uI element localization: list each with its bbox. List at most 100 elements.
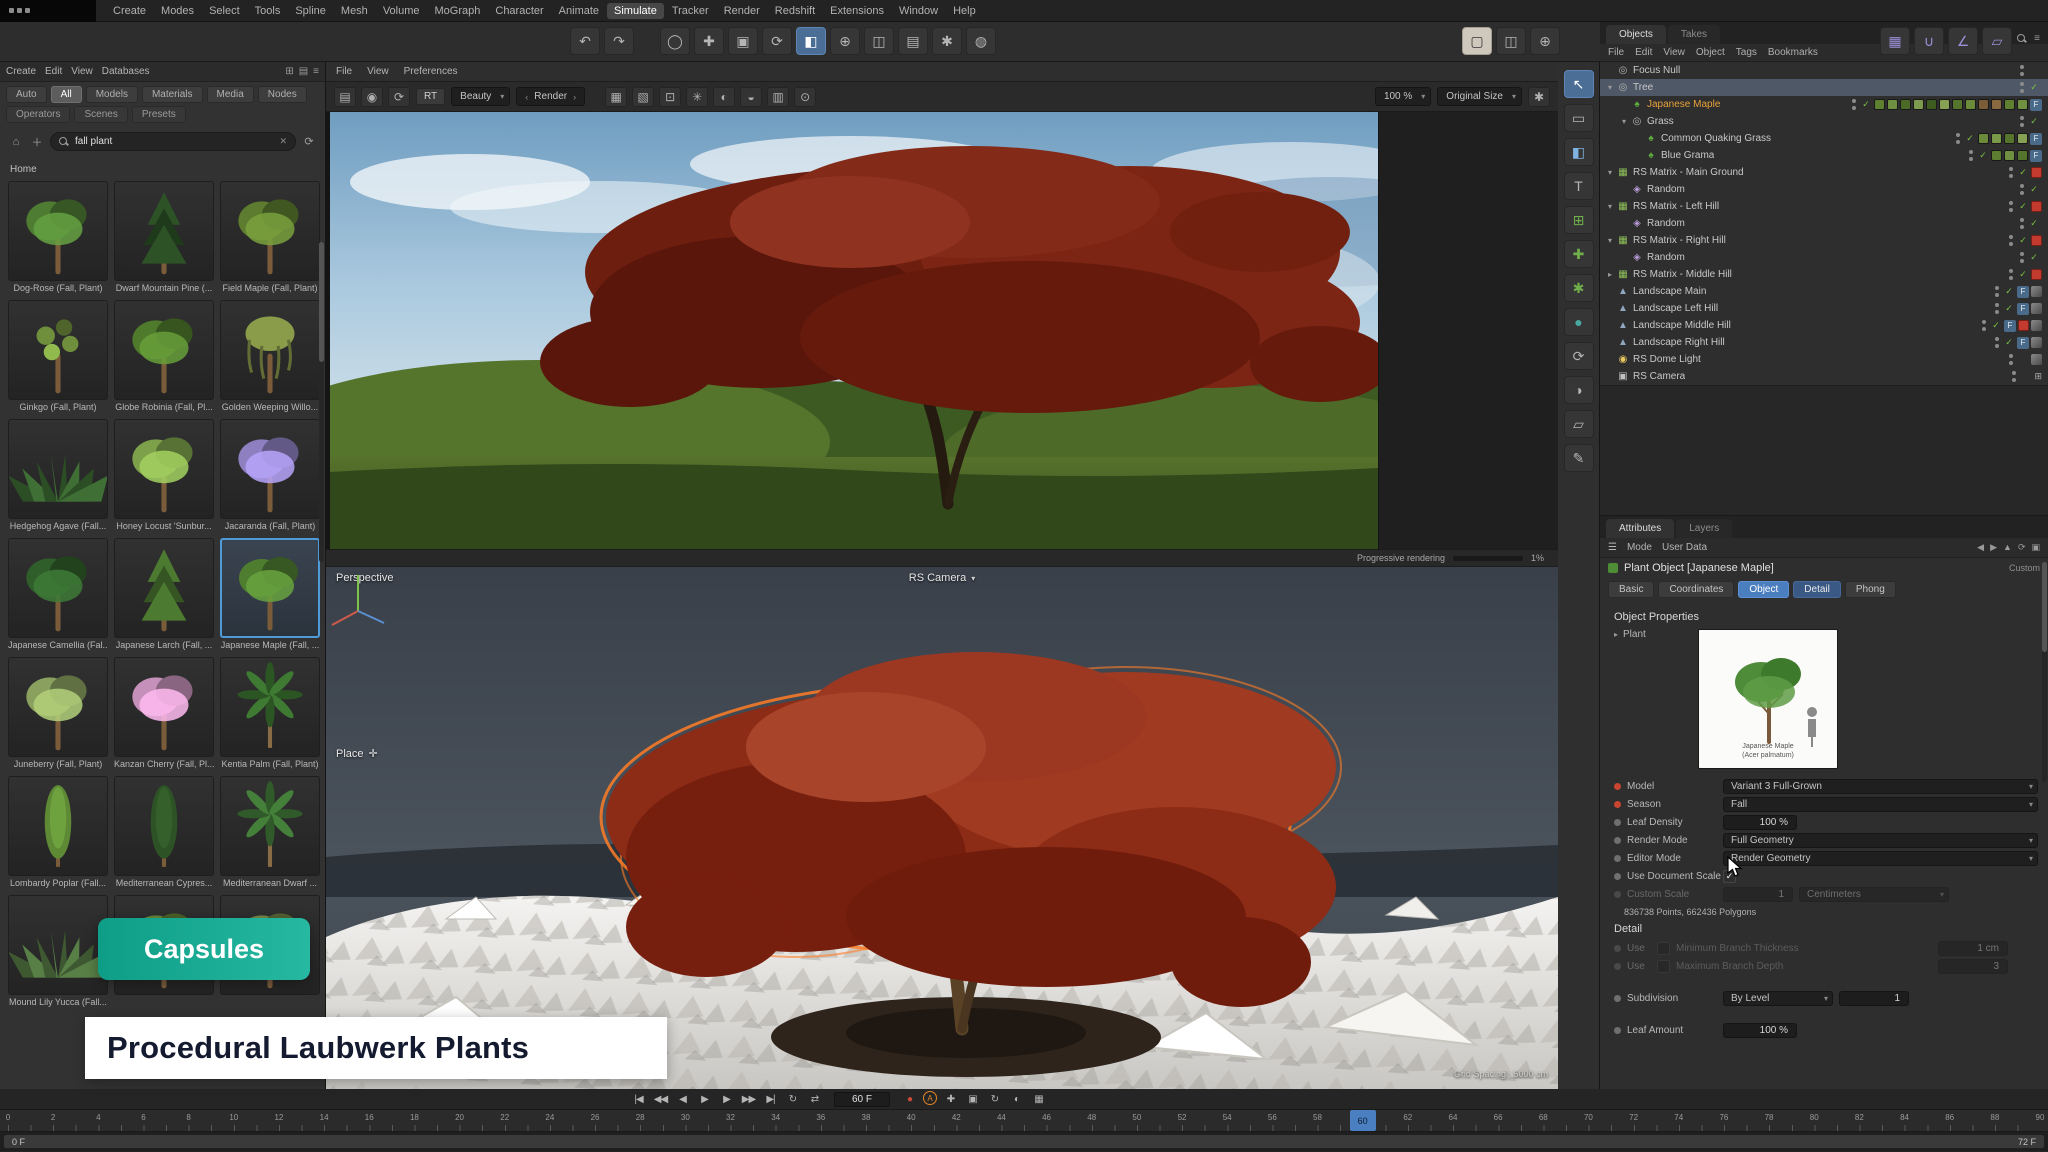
- asset-item[interactable]: Japanese Camellia (Fal...: [8, 538, 108, 651]
- object-row[interactable]: ▾▦RS Matrix - Left Hill✓: [1600, 198, 2048, 215]
- history-icon[interactable]: ⟳: [2018, 542, 2026, 553]
- asset-item[interactable]: Juneberry (Fall, Plant): [8, 657, 108, 770]
- stepper-right-icon[interactable]: ›: [573, 92, 576, 102]
- material-tag[interactable]: [1991, 133, 2002, 144]
- material-tag[interactable]: [1887, 99, 1898, 110]
- material-tag[interactable]: [1991, 99, 2002, 110]
- home-icon[interactable]: ⌂: [8, 136, 24, 148]
- save-image-icon[interactable]: ▤: [334, 87, 356, 107]
- f-tag[interactable]: F: [2030, 133, 2042, 145]
- object-row[interactable]: ▾▦RS Matrix - Main Ground✓: [1600, 164, 2048, 181]
- plant-tool-icon[interactable]: ✚: [1564, 240, 1594, 268]
- quantize-icon[interactable]: ∠: [1948, 27, 1978, 55]
- keyframe-dot-icon[interactable]: [1614, 945, 1621, 952]
- material-tag[interactable]: [1991, 150, 2002, 161]
- attr-tab-coordinates[interactable]: Coordinates: [1658, 581, 1734, 598]
- object-row[interactable]: ◈Random✓: [1600, 181, 2048, 198]
- autokey-icon[interactable]: A: [923, 1091, 937, 1105]
- object-row[interactable]: ▾◎Grass✓: [1600, 113, 2048, 130]
- asset-item[interactable]: Ginkgo (Fall, Plant): [8, 300, 108, 413]
- assets-menu-view[interactable]: View: [71, 66, 93, 77]
- visibility-dots-icon[interactable]: [1850, 99, 1858, 110]
- panel-menu-icon[interactable]: ≡: [313, 66, 319, 77]
- panels-icon[interactable]: ◫: [1496, 27, 1526, 55]
- value-dropdown[interactable]: Render Geometry: [1723, 851, 2038, 866]
- grid-view-icon[interactable]: ⊞: [285, 66, 293, 77]
- material-tag[interactable]: [1874, 99, 1885, 110]
- expand-arrow-icon[interactable]: ▾: [1604, 236, 1616, 245]
- object-menu-edit[interactable]: Edit: [1635, 47, 1652, 58]
- tab-layers[interactable]: Layers: [1676, 519, 1732, 538]
- asset-item[interactable]: Kanzan Cherry (Fall, Pl...: [114, 657, 214, 770]
- material-tag[interactable]: [2004, 150, 2015, 161]
- visibility-dots-icon[interactable]: [2018, 65, 2026, 76]
- pen-tool-icon[interactable]: ✎: [1564, 444, 1594, 472]
- value-field[interactable]: 100 %: [1723, 1023, 1797, 1038]
- keyframe-dot-icon[interactable]: [1614, 819, 1621, 826]
- attr-menu-user-data[interactable]: User Data: [1662, 542, 1707, 553]
- assets-menu-create[interactable]: Create: [6, 66, 36, 77]
- f-tag[interactable]: F: [2030, 150, 2042, 162]
- lock-icon[interactable]: ▣: [2031, 542, 2040, 553]
- plant-preview-thumbnail[interactable]: Japanese Maple (Acer palmatum): [1698, 629, 1838, 769]
- grid-snap-icon[interactable]: ▦: [1880, 27, 1910, 55]
- timeline-ruler[interactable]: 0246810121416182022242628303234363840424…: [0, 1110, 2048, 1132]
- next-frame-icon[interactable]: ▶: [718, 1091, 735, 1107]
- object-row[interactable]: ▲Landscape Right Hill✓F: [1600, 334, 2048, 351]
- keyframe-dot-icon[interactable]: [1614, 855, 1621, 862]
- keyframe-dot-icon[interactable]: [1614, 891, 1621, 898]
- zoom-dropdown[interactable]: 100 %: [1375, 87, 1431, 106]
- render-view-icon[interactable]: ▤: [898, 27, 928, 55]
- menu-window[interactable]: Window: [892, 3, 945, 19]
- menu-tracker[interactable]: Tracker: [665, 3, 716, 19]
- rotate-tool-icon[interactable]: ⟳: [762, 27, 792, 55]
- expand-arrow-icon[interactable]: ▸: [1604, 270, 1616, 279]
- object-row[interactable]: ◎Focus Null: [1600, 62, 2048, 79]
- menu-modes[interactable]: Modes: [154, 3, 201, 19]
- viewport-cube-icon[interactable]: ◧: [1564, 138, 1594, 166]
- material-tag[interactable]: [1978, 133, 1989, 144]
- value-field[interactable]: 1: [1723, 887, 1793, 902]
- value-dropdown[interactable]: Centimeters: [1799, 887, 1949, 902]
- visibility-dots-icon[interactable]: [2007, 201, 2015, 212]
- material-tag[interactable]: [1952, 99, 1963, 110]
- pass-dropdown[interactable]: Beauty: [451, 87, 510, 106]
- bucket-render-icon[interactable]: ▧: [632, 87, 654, 107]
- filter-scenes[interactable]: Scenes: [74, 106, 127, 123]
- asset-item[interactable]: Honey Locust 'Sunbur...: [114, 419, 214, 532]
- magnet-snap-icon[interactable]: ∪: [1914, 27, 1944, 55]
- size-dropdown[interactable]: Original Size: [1437, 87, 1522, 106]
- filter-media[interactable]: Media: [207, 86, 254, 103]
- object-menu-bookmarks[interactable]: Bookmarks: [1768, 47, 1818, 58]
- attr-tab-object[interactable]: Object: [1738, 581, 1789, 598]
- stepper-left-icon[interactable]: ‹: [525, 92, 528, 102]
- snapshot-icon[interactable]: ◉: [361, 87, 383, 107]
- material-tag[interactable]: [2017, 133, 2028, 144]
- filter-all[interactable]: All: [51, 86, 82, 103]
- visibility-dots-icon[interactable]: [2018, 116, 2026, 127]
- menu-redshift[interactable]: Redshift: [768, 3, 822, 19]
- asset-item[interactable]: Jacaranda (Fall, Plant): [220, 419, 320, 532]
- enable-check-icon[interactable]: ✓: [1991, 320, 2001, 331]
- record-icon[interactable]: ●: [901, 1091, 918, 1107]
- world-icon[interactable]: ⊕: [1530, 27, 1560, 55]
- object-row[interactable]: ▸▦RS Matrix - Middle Hill✓: [1600, 266, 2048, 283]
- perspective-viewport[interactable]: Perspective RS Camera ▾ Place ✛ Grid Spa…: [326, 567, 1558, 1089]
- render-settings-icon[interactable]: ✱: [1528, 87, 1550, 107]
- live-selection-icon[interactable]: ◯: [660, 27, 690, 55]
- asset-item[interactable]: Japanese Maple (Fall, ...: [220, 538, 320, 651]
- visibility-dots-icon[interactable]: [2018, 184, 2026, 195]
- viewport-layout-icon[interactable]: ◫: [864, 27, 894, 55]
- material-tag[interactable]: [1900, 99, 1911, 110]
- asset-item[interactable]: Mediterranean Cypres...: [114, 776, 214, 889]
- redshift-material-tag[interactable]: [2018, 320, 2029, 331]
- prev-frame-icon[interactable]: ◀: [674, 1091, 691, 1107]
- asset-item[interactable]: Field Maple (Fall, Plant): [220, 181, 320, 294]
- f-tag[interactable]: F: [2017, 303, 2029, 315]
- material-tag[interactable]: [1939, 99, 1950, 110]
- axis-gizmo-icon[interactable]: [326, 567, 390, 631]
- visibility-dots-icon[interactable]: [2007, 167, 2015, 178]
- value-dropdown[interactable]: By Level: [1723, 991, 1833, 1006]
- menu-spline[interactable]: Spline: [288, 3, 333, 19]
- value-dropdown[interactable]: Fall: [1723, 797, 2038, 812]
